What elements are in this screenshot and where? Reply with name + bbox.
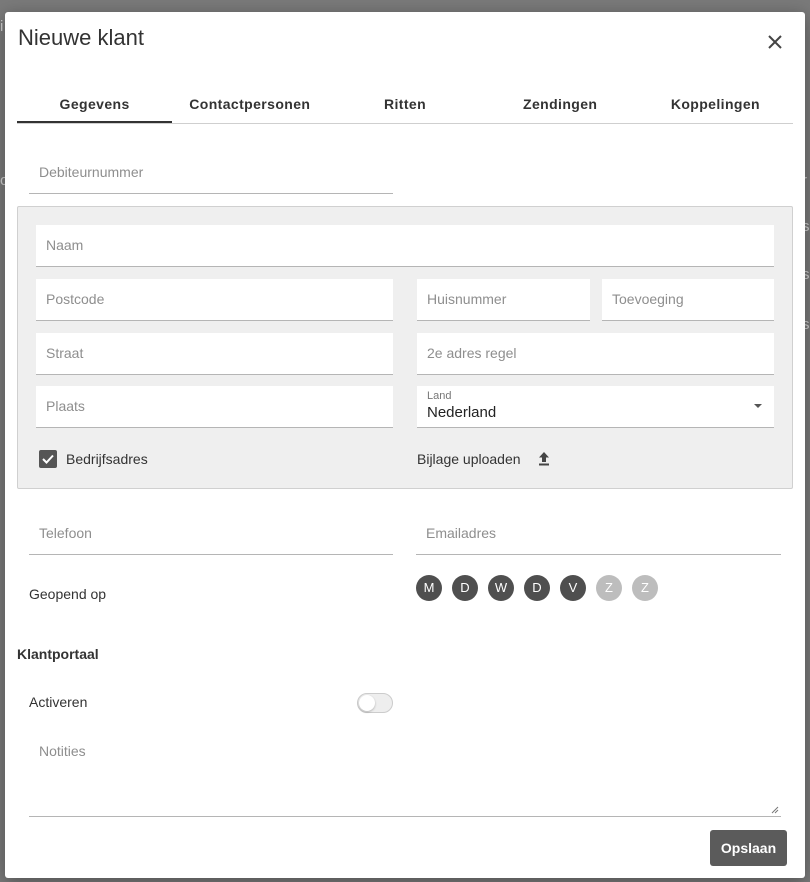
dialog-title: Nieuwe klant (18, 25, 144, 50)
debiteurnummer-field[interactable] (29, 152, 393, 194)
postcode-input[interactable] (46, 291, 383, 307)
toevoeging-input[interactable] (612, 291, 764, 307)
toevoeging-field[interactable] (602, 279, 774, 321)
address-line-2-field[interactable] (417, 333, 774, 375)
huisnummer-field[interactable] (417, 279, 590, 321)
upload-icon (539, 452, 549, 466)
telefoon-input[interactable] (39, 525, 383, 541)
toggle-knob (359, 695, 375, 711)
address-section: Land Nederland Bedrijfsadres Bijlage upl… (17, 206, 793, 489)
debiteurnummer-input[interactable] (39, 164, 383, 180)
land-label: Land (427, 390, 452, 402)
postcode-field[interactable] (36, 279, 393, 321)
day-toggle-friday[interactable]: V (560, 575, 586, 601)
naam-field[interactable] (36, 225, 774, 267)
tab-contactpersonen[interactable]: Contactpersonen (172, 90, 327, 123)
notities-textarea[interactable] (39, 743, 771, 807)
land-value: Nederland (427, 404, 497, 421)
plaats-field[interactable] (36, 386, 393, 428)
day-toggle-saturday[interactable]: Z (596, 575, 622, 601)
bedrijfsadres-checkbox[interactable] (39, 450, 57, 468)
telefoon-field[interactable] (29, 513, 393, 555)
checkmark-icon (42, 454, 54, 464)
close-icon[interactable] (765, 32, 785, 52)
day-toggle-monday[interactable]: M (416, 575, 442, 601)
tab-ritten[interactable]: Ritten (327, 90, 482, 123)
new-customer-dialog: Nieuwe klant Gegevens Contactpersonen Ri… (5, 12, 805, 878)
activeren-toggle[interactable] (357, 693, 393, 713)
save-button[interactable]: Opslaan (710, 830, 787, 866)
tab-koppelingen[interactable]: Koppelingen (638, 90, 793, 123)
straat-field[interactable] (36, 333, 393, 375)
huisnummer-input[interactable] (427, 291, 580, 307)
tab-bar: Gegevens Contactpersonen Ritten Zendinge… (17, 90, 793, 124)
straat-input[interactable] (46, 345, 383, 361)
bedrijfsadres-label: Bedrijfsadres (66, 451, 148, 467)
bijlage-upload-button[interactable]: Bijlage uploaden (417, 451, 567, 473)
naam-input[interactable] (46, 237, 764, 253)
day-toggle-sunday[interactable]: Z (632, 575, 658, 601)
address-line-2-input[interactable] (427, 345, 764, 361)
activeren-label: Activeren (29, 694, 88, 710)
day-toggle-wednesday[interactable]: W (488, 575, 514, 601)
tab-gegevens[interactable]: Gegevens (17, 90, 173, 123)
emailadres-field[interactable] (416, 513, 781, 555)
notities-field[interactable] (29, 733, 781, 817)
tab-zendingen[interactable]: Zendingen (483, 90, 638, 123)
day-toggle-tuesday[interactable]: D (452, 575, 478, 601)
emailadres-input[interactable] (426, 525, 771, 541)
geopend-op-label: Geopend op (29, 586, 107, 602)
day-toggle-thursday[interactable]: D (524, 575, 550, 601)
bijlage-upload-label: Bijlage uploaden (417, 451, 521, 467)
land-select[interactable]: Land Nederland (417, 386, 774, 428)
klantportaal-heading: Klantportaal (17, 646, 99, 662)
resize-handle-icon[interactable] (771, 806, 779, 814)
dropdown-caret-icon (754, 404, 762, 408)
plaats-input[interactable] (46, 398, 383, 414)
backdrop-fragment: i (0, 18, 4, 35)
